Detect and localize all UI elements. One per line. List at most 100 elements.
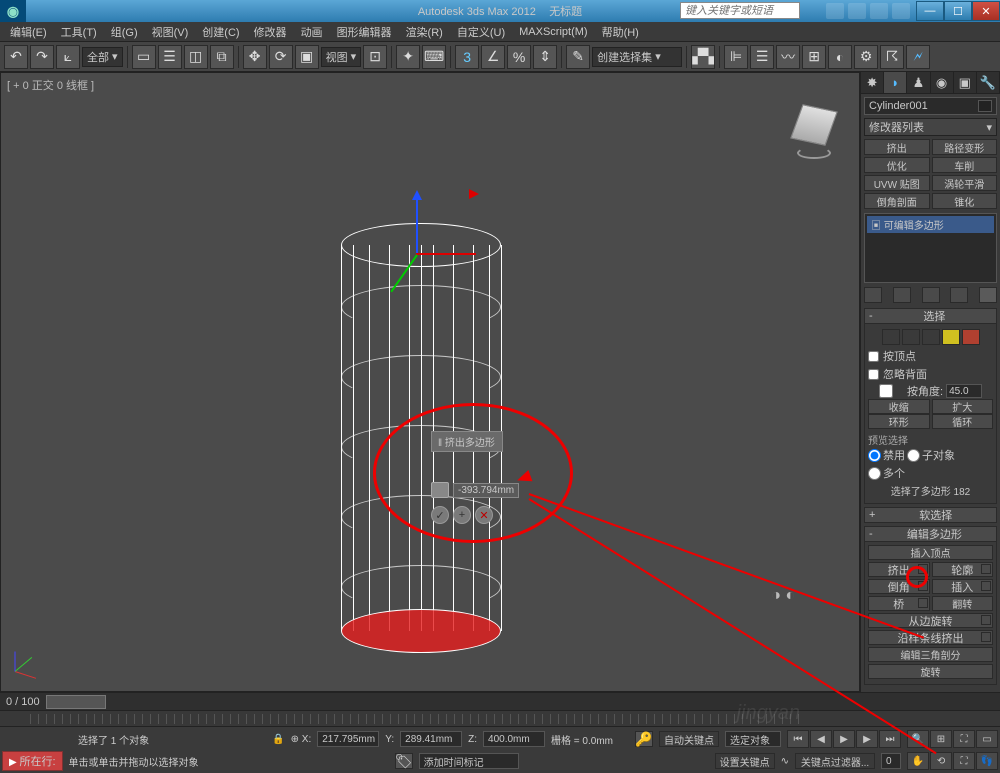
pivot-button[interactable]: ⊡: [363, 45, 387, 69]
preview-off-radio[interactable]: [868, 449, 881, 462]
extrude-button[interactable]: 挤出: [868, 562, 930, 577]
inset-settings-icon[interactable]: [981, 581, 991, 591]
utilities-tab[interactable]: 🔧: [977, 72, 1000, 93]
gizmo-x-axis[interactable]: [416, 253, 476, 255]
flip-button[interactable]: 翻转: [932, 596, 994, 611]
create-tab[interactable]: ✸: [861, 72, 884, 93]
close-button[interactable]: ✕: [972, 1, 1000, 21]
edge-subobj-icon[interactable]: [902, 329, 920, 345]
menu-animation[interactable]: 动画: [295, 22, 329, 42]
caddy-ok-button[interactable]: ✓: [431, 506, 449, 524]
mirror-button[interactable]: ▞▚: [691, 45, 715, 69]
x-coord-field[interactable]: 217.795mm: [317, 731, 379, 747]
preview-subobj-radio[interactable]: [907, 449, 920, 462]
hierarchy-tab[interactable]: ♟: [907, 72, 930, 93]
bevel-button[interactable]: 倒角: [868, 579, 930, 594]
infocenter-icon[interactable]: [826, 3, 844, 19]
mod-btn[interactable]: 挤出: [864, 139, 930, 155]
named-selection-set[interactable]: 创建选择集 ▾: [592, 47, 682, 67]
menu-help[interactable]: 帮助(H): [596, 22, 645, 42]
view-cube[interactable]: [789, 103, 839, 153]
bridge-settings-icon[interactable]: [918, 598, 928, 608]
object-name-field[interactable]: Cylinder001: [864, 97, 997, 115]
current-frame-field[interactable]: 0: [881, 753, 901, 769]
snap-toggle[interactable]: 3: [455, 45, 479, 69]
extrude-settings-icon[interactable]: [918, 564, 928, 574]
edit-tri-button[interactable]: 编辑三角剖分: [868, 647, 993, 662]
goto-start-button[interactable]: ⏮: [787, 730, 809, 748]
track-bar[interactable]: [0, 710, 1000, 726]
pan-icon[interactable]: ✋: [907, 752, 929, 770]
select-region-button[interactable]: ◫: [184, 45, 208, 69]
mod-btn[interactable]: 优化: [864, 157, 930, 173]
autokey-button[interactable]: 自动关键点: [659, 731, 719, 747]
stack-item[interactable]: ▣ 可编辑多边形: [867, 216, 994, 233]
element-subobj-icon[interactable]: [962, 329, 980, 345]
help-icon[interactable]: [892, 3, 910, 19]
edit-named-sets-button[interactable]: ✎: [566, 45, 590, 69]
mod-btn[interactable]: 车削: [932, 157, 998, 173]
select-name-button[interactable]: ☰: [158, 45, 182, 69]
zoom-all-icon[interactable]: ⊞: [930, 730, 952, 748]
menu-create[interactable]: 创建(C): [196, 22, 245, 42]
loop-button[interactable]: 循环: [932, 414, 994, 429]
preview-multi-radio[interactable]: [868, 467, 881, 480]
soft-selection-rollout-header[interactable]: +软选择: [864, 507, 997, 523]
modifier-list-dropdown[interactable]: 修改器列表▾: [864, 118, 997, 136]
vertex-subobj-icon[interactable]: [882, 329, 900, 345]
menu-views[interactable]: 视图(V): [146, 22, 195, 42]
menu-graph[interactable]: 图形编辑器: [331, 22, 398, 42]
menu-modifiers[interactable]: 修改器: [248, 22, 293, 42]
spinner-snap-toggle[interactable]: ⇕: [533, 45, 557, 69]
zoom-extents-icon[interactable]: ⛶: [953, 730, 975, 748]
goto-end-button[interactable]: ⏭: [879, 730, 901, 748]
mod-btn[interactable]: UVW 贴图: [864, 175, 930, 191]
modify-tab[interactable]: ◗: [884, 72, 907, 93]
time-tag-icon[interactable]: 🏷: [395, 753, 413, 769]
mod-btn[interactable]: 路径变形: [932, 139, 998, 155]
menu-edit[interactable]: 编辑(E): [4, 22, 53, 42]
hinge-from-edge-button[interactable]: 从边旋转: [868, 613, 993, 628]
render-setup-button[interactable]: ⚙: [854, 45, 878, 69]
menu-tools[interactable]: 工具(T): [55, 22, 103, 42]
redo-button[interactable]: ↷: [30, 45, 54, 69]
rotate-button[interactable]: ⟳: [269, 45, 293, 69]
hinge-settings-icon[interactable]: [981, 615, 991, 625]
shrink-button[interactable]: 收缩: [868, 399, 930, 414]
bridge-button[interactable]: 桥: [868, 596, 930, 611]
menu-customize[interactable]: 自定义(U): [451, 22, 511, 42]
curve-editor-button[interactable]: 〰: [776, 45, 800, 69]
menu-maxscript[interactable]: MAXScript(M): [513, 24, 593, 40]
undo-button[interactable]: ↶: [4, 45, 28, 69]
z-coord-field[interactable]: 400.0mm: [483, 731, 545, 747]
link-button[interactable]: ⟀: [56, 45, 80, 69]
by-vertex-checkbox[interactable]: [868, 351, 879, 362]
angle-spinner[interactable]: [946, 384, 982, 398]
play-button[interactable]: ▶: [833, 730, 855, 748]
ring-button[interactable]: 环形: [868, 414, 930, 429]
viewport-label[interactable]: [ + 0 正交 0 线框 ]: [7, 77, 94, 93]
steering-wheel-icon[interactable]: ◑ ◐: [771, 587, 795, 605]
remove-mod-icon[interactable]: [950, 287, 968, 303]
align-button[interactable]: ⊫: [724, 45, 748, 69]
app-logo[interactable]: ◉: [0, 0, 26, 22]
menu-group[interactable]: 组(G): [105, 22, 144, 42]
extrude-along-spline-button[interactable]: 沿样条线挤出: [868, 630, 993, 645]
display-tab[interactable]: ▣: [954, 72, 977, 93]
render-button[interactable]: 🗲: [906, 45, 930, 69]
favorites-icon[interactable]: [870, 3, 888, 19]
inset-button[interactable]: 插入: [932, 579, 994, 594]
mod-btn[interactable]: 涡轮平滑: [932, 175, 998, 191]
transform-gizmo[interactable]: [416, 193, 476, 300]
percent-snap-toggle[interactable]: %: [507, 45, 531, 69]
spline-settings-icon[interactable]: [981, 632, 991, 642]
ref-coord-system[interactable]: 视图 ▾: [321, 47, 362, 67]
next-frame-button[interactable]: ▶: [856, 730, 878, 748]
manipulate-button[interactable]: ✦: [396, 45, 420, 69]
caddy-type-icon[interactable]: [431, 482, 449, 498]
select-button[interactable]: ▭: [132, 45, 156, 69]
window-crossing-button[interactable]: ⧉: [210, 45, 234, 69]
bevel-settings-icon[interactable]: [918, 581, 928, 591]
motion-tab[interactable]: ◉: [931, 72, 954, 93]
lock-icon[interactable]: 🔑: [635, 731, 653, 747]
